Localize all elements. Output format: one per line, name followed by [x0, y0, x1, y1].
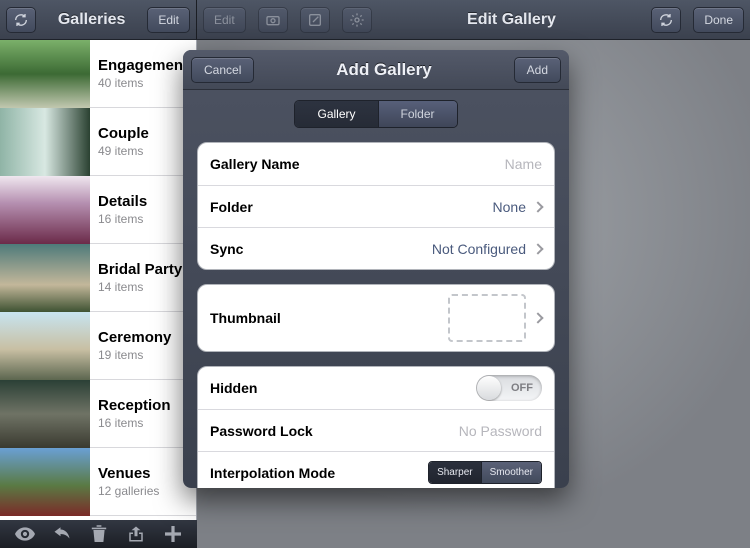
main-edit-button[interactable]: Edit: [203, 7, 246, 33]
label: Password Lock: [210, 423, 313, 439]
refresh-icon: [13, 12, 29, 28]
sync-icon: [658, 12, 674, 28]
gallery-thumb: [0, 448, 90, 516]
add-confirm-button[interactable]: Add: [514, 57, 561, 83]
trash-icon: [91, 525, 107, 543]
row-hidden: Hidden OFF: [198, 367, 554, 409]
gallery-thumb: [0, 312, 90, 380]
list-item[interactable]: Ceremony 19 items: [0, 312, 196, 380]
gallery-count: 12 galleries: [98, 484, 188, 498]
tab-folder[interactable]: Folder: [378, 101, 457, 127]
label: Interpolation Mode: [210, 465, 335, 481]
gallery-name: Bridal Party: [98, 261, 188, 278]
list-item[interactable]: Couple 49 items: [0, 108, 196, 176]
eye-icon: [15, 527, 35, 541]
gallery-count: 49 items: [98, 144, 188, 158]
row-sync[interactable]: Sync Not Configured: [198, 227, 554, 269]
modal-body[interactable]: Gallery Name Name Folder None Sync Not C…: [183, 138, 569, 488]
row-folder[interactable]: Folder None: [198, 185, 554, 227]
sidebar-toolbar: Galleries Edit: [0, 0, 197, 40]
group-thumbnail: Thumbnail: [197, 284, 555, 352]
done-button[interactable]: Done: [693, 7, 744, 33]
list-item[interactable]: Venues 12 galleries: [0, 448, 196, 516]
group-basic: Gallery Name Name Folder None Sync Not C…: [197, 142, 555, 270]
list-item[interactable]: Details 16 items: [0, 176, 196, 244]
label: Hidden: [210, 380, 257, 396]
gallery-name: Couple: [98, 125, 188, 142]
galleries-sidebar: Engagement 40 items Couple 49 items Detail…: [0, 40, 197, 520]
main-title: Edit Gallery: [378, 11, 646, 29]
row-thumbnail[interactable]: Thumbnail: [198, 285, 554, 351]
toggle-state: OFF: [511, 375, 533, 401]
interp-smoother[interactable]: Smoother: [481, 462, 541, 483]
row-password[interactable]: Password Lock No Password: [198, 409, 554, 451]
group-options: Hidden OFF Password Lock No Password Int…: [197, 366, 555, 488]
gallery-count: 40 items: [98, 76, 188, 90]
gallery-thumb: [0, 108, 90, 176]
row-gallery-name[interactable]: Gallery Name Name: [198, 143, 554, 185]
gallery-name: Venues: [98, 465, 188, 482]
label: Sync: [210, 241, 243, 257]
modal-header: Cancel Add Gallery Add: [183, 50, 569, 90]
sidebar-edit-button[interactable]: Edit: [147, 7, 190, 33]
list-item[interactable]: Engagement 40 items: [0, 40, 196, 108]
sync-value: Not Configured: [432, 241, 526, 257]
label: Gallery Name: [210, 156, 300, 172]
folder-value: None: [493, 199, 526, 215]
add-button[interactable]: [162, 523, 184, 545]
undo-button[interactable]: [51, 523, 73, 545]
gallery-count: 16 items: [98, 212, 188, 226]
label: Thumbnail: [210, 310, 281, 326]
main-toolbar: Edit Edit Gallery Done: [197, 0, 750, 40]
chevron-right-icon: [532, 312, 543, 323]
gallery-name-input[interactable]: Name: [505, 156, 542, 172]
delete-button[interactable]: [88, 523, 110, 545]
type-segmented-control: Gallery Folder: [183, 90, 569, 138]
interpolation-segmented: Sharper Smoother: [428, 461, 542, 484]
settings-button[interactable]: [342, 7, 372, 33]
gallery-name: Ceremony: [98, 329, 188, 346]
list-item[interactable]: Reception 16 items: [0, 380, 196, 448]
password-input[interactable]: No Password: [459, 423, 542, 439]
gear-icon: [349, 12, 365, 28]
gallery-thumb: [0, 244, 90, 312]
chevron-right-icon: [532, 243, 543, 254]
gallery-thumb: [0, 380, 90, 448]
hidden-toggle[interactable]: OFF: [476, 375, 542, 401]
gallery-name: Engagement: [98, 57, 188, 74]
refresh-button[interactable]: [6, 7, 36, 33]
list-item[interactable]: Bridal Party 14 items: [0, 244, 196, 312]
add-gallery-modal: Cancel Add Gallery Add Gallery Folder Ga…: [183, 50, 569, 488]
cancel-button[interactable]: Cancel: [191, 57, 254, 83]
sidebar-bottom-toolbar: [0, 520, 197, 548]
gallery-name: Details: [98, 193, 188, 210]
compose-icon: [307, 12, 323, 28]
gallery-count: 19 items: [98, 348, 188, 362]
gallery-count: 14 items: [98, 280, 188, 294]
row-interpolation: Interpolation Mode Sharper Smoother: [198, 451, 554, 488]
chevron-right-icon: [532, 201, 543, 212]
share-button[interactable]: [125, 523, 147, 545]
tab-gallery[interactable]: Gallery: [295, 101, 377, 127]
camera-icon: [265, 12, 281, 28]
undo-icon: [53, 527, 71, 541]
gallery-thumb: [0, 40, 90, 108]
compose-button[interactable]: [300, 7, 330, 33]
share-icon: [127, 526, 145, 542]
thumbnail-placeholder: [448, 294, 526, 342]
modal-title: Add Gallery: [254, 60, 513, 80]
gallery-count: 16 items: [98, 416, 188, 430]
interp-sharper[interactable]: Sharper: [429, 462, 481, 483]
label: Folder: [210, 199, 253, 215]
sidebar-title: Galleries: [42, 11, 141, 29]
visibility-button[interactable]: [14, 523, 36, 545]
gallery-name: Reception: [98, 397, 188, 414]
gallery-thumb: [0, 176, 90, 244]
plus-icon: [165, 526, 181, 542]
camera-button[interactable]: [258, 7, 288, 33]
sync-button[interactable]: [651, 7, 681, 33]
